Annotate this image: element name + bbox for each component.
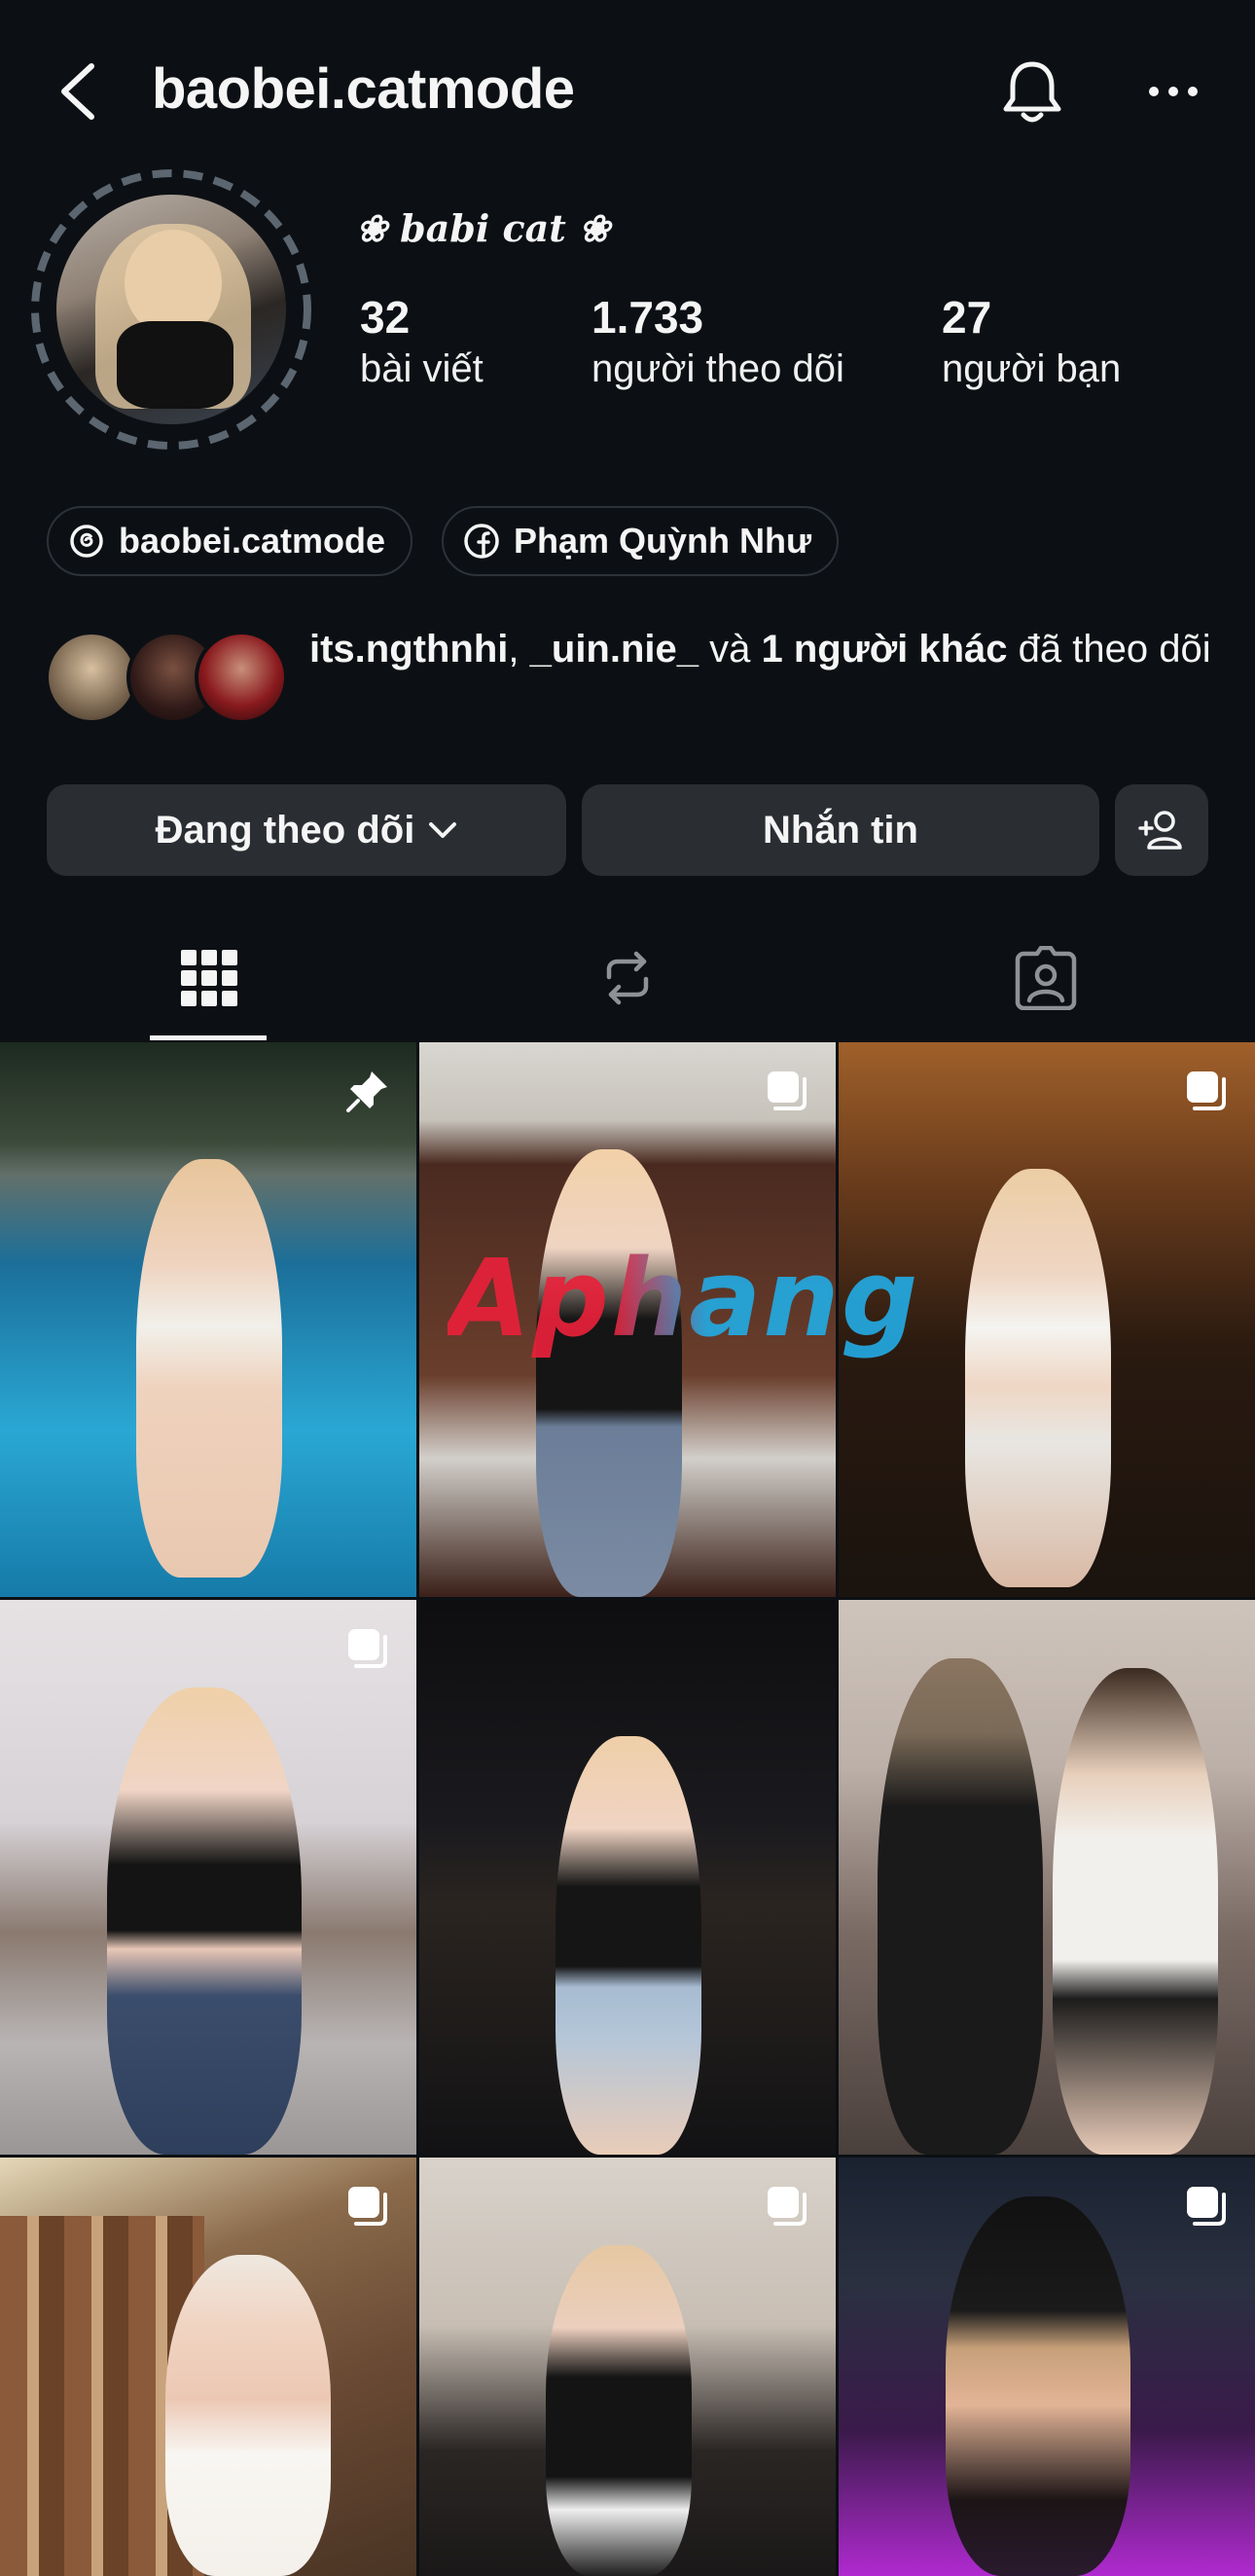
stat-followers[interactable]: 1.733 người theo dõi [592, 290, 844, 393]
post-thumbnail[interactable] [419, 2158, 836, 2576]
avatar-image [51, 189, 292, 430]
following-label: Đang theo dõi [155, 808, 415, 852]
post-thumbnail[interactable] [0, 1042, 416, 1597]
follower-avatar[interactable] [45, 631, 138, 724]
post-thumbnail[interactable] [419, 1600, 836, 2155]
follower-link[interactable]: _uin.nie_ [530, 628, 699, 671]
active-tab-indicator [150, 1035, 267, 1040]
post-subject [536, 1149, 682, 1597]
others-link[interactable]: 1 người khác [762, 628, 1008, 671]
chevron-left-icon [61, 63, 94, 120]
reposts-icon [606, 951, 649, 1005]
facebook-icon [464, 524, 499, 559]
person-add-icon [1138, 811, 1182, 850]
threads-link-chip[interactable]: baobei.catmode [47, 506, 413, 576]
post-thumbnail[interactable] [0, 1600, 416, 2155]
back-button[interactable] [56, 60, 103, 123]
tagged-icon [1015, 946, 1077, 1010]
threads-icon [70, 525, 103, 558]
stat-label: người bạn [942, 347, 1122, 390]
stat-label: người theo dõi [592, 347, 844, 390]
carousel-icon [1187, 1071, 1226, 1110]
post-subject [546, 2245, 692, 2576]
carousel-icon [768, 2187, 807, 2226]
carousel-icon [768, 1071, 807, 1110]
grid-icon [181, 950, 237, 1006]
carousel-icon [348, 2187, 387, 2226]
post-subject [878, 1658, 1043, 2155]
add-user-button[interactable] [1115, 784, 1208, 876]
profile-avatar[interactable] [25, 163, 317, 455]
bell-icon [1003, 61, 1061, 123]
message-label: Nhắn tin [763, 808, 918, 852]
separator-text: , [508, 628, 530, 671]
profile-username: baobei.catmode [152, 57, 575, 121]
carousel-icon [1187, 2187, 1226, 2226]
follower-avatar[interactable] [195, 631, 288, 724]
stat-posts[interactable]: 32 bài viết [360, 290, 484, 393]
followed-suffix: đã theo dõi [1007, 628, 1211, 671]
post-subject [165, 2255, 331, 2576]
display-name: ❀ babi cat ❀ [356, 206, 610, 250]
more-horizontal-icon [1149, 87, 1198, 96]
stat-value: 1.733 [592, 292, 704, 343]
post-subject [1053, 1668, 1218, 2155]
stat-value: 27 [942, 292, 992, 343]
pin-icon [346, 1071, 387, 1112]
profile-header: baobei.catmode [0, 0, 1255, 185]
stat-friends[interactable]: 27 người bạn [942, 290, 1121, 393]
post-thumbnail[interactable] [0, 2158, 416, 2576]
post-thumbnail[interactable] [839, 1600, 1255, 2155]
more-options-button[interactable] [1148, 70, 1199, 113]
notifications-button[interactable] [1000, 58, 1064, 127]
conjunction-text: và [699, 628, 762, 671]
chip-label: Phạm Quỳnh Như [514, 521, 812, 561]
stat-value: 32 [360, 292, 411, 343]
post-subject [136, 1159, 282, 1578]
chip-label: baobei.catmode [119, 521, 386, 561]
follower-link[interactable]: its.ngthnhi [309, 628, 508, 671]
post-subject [965, 1169, 1111, 1587]
post-subject [946, 2196, 1130, 2576]
tab-posts-grid[interactable] [0, 915, 418, 1041]
carousel-icon [348, 1629, 387, 1668]
tab-reposts[interactable] [418, 915, 837, 1041]
facebook-link-chip[interactable]: Phạm Quỳnh Như [442, 506, 840, 576]
tab-tagged[interactable] [837, 915, 1255, 1041]
followed-by-text[interactable]: its.ngthnhi, _uin.nie_ và 1 người khác đ… [309, 623, 1224, 675]
post-subject [107, 1687, 302, 2155]
stat-label: bài viết [360, 347, 484, 390]
post-thumbnail[interactable] [839, 2158, 1255, 2576]
watermark-logo: Aphang [448, 1236, 920, 1361]
post-subject [556, 1736, 701, 2155]
chevron-down-icon [429, 822, 457, 838]
following-button[interactable]: Đang theo dõi [47, 784, 566, 876]
message-button[interactable]: Nhắn tin [582, 784, 1099, 876]
